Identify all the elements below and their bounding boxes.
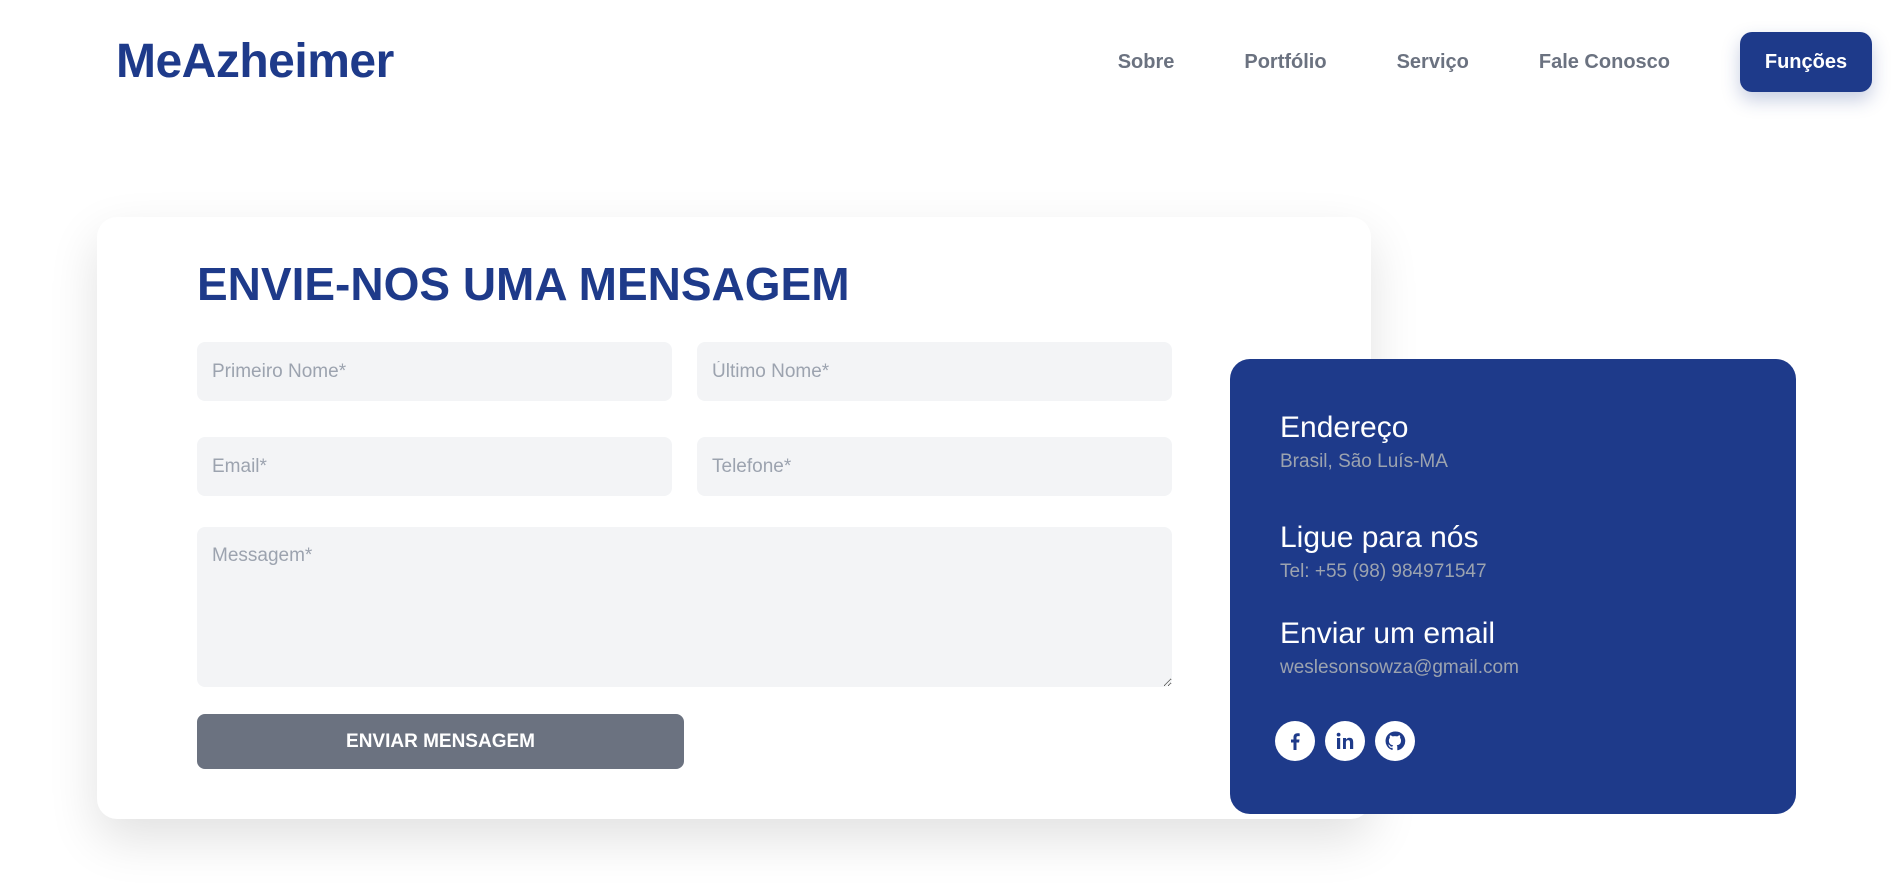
address-block: Endereço Brasil, São Luís-MA	[1280, 411, 1448, 473]
contact-form-card: ENVIE-NOS UMA MENSAGEM ENVIAR MENSAGEM	[97, 217, 1371, 819]
nav-link-portfolio[interactable]: Portfólio	[1244, 51, 1326, 74]
funcoes-button[interactable]: Funções	[1740, 32, 1872, 92]
phone-value: Tel: +55 (98) 984971547	[1280, 561, 1487, 582]
nav-link-servico[interactable]: Serviço	[1397, 51, 1469, 74]
phone-input[interactable]	[697, 437, 1172, 496]
contact-info-panel: Endereço Brasil, São Luís-MA Ligue para …	[1230, 359, 1796, 814]
last-name-input[interactable]	[697, 342, 1172, 401]
first-name-input[interactable]	[197, 342, 672, 401]
facebook-icon[interactable]	[1275, 721, 1315, 761]
phone-title: Ligue para nós	[1280, 521, 1479, 554]
site-header: MeAzheimer Sobre Portfólio Serviço Fale …	[0, 0, 1896, 125]
email-block: Enviar um email weslesonsowza@gmail.com	[1280, 617, 1519, 679]
linkedin-icon[interactable]	[1325, 721, 1365, 761]
email-title: Enviar um email	[1280, 617, 1496, 650]
phone-block: Ligue para nós Tel: +55 (98) 984971547	[1280, 521, 1487, 583]
github-icon[interactable]	[1375, 721, 1415, 761]
main-nav: Sobre Portfólio Serviço Fale Conosco Fun…	[1118, 32, 1872, 92]
message-textarea[interactable]	[197, 527, 1172, 687]
email-value: weslesonsowza@gmail.com	[1280, 657, 1519, 678]
form-title: ENVIE-NOS UMA MENSAGEM	[197, 258, 850, 310]
nav-link-sobre[interactable]: Sobre	[1118, 51, 1175, 74]
send-message-button[interactable]: ENVIAR MENSAGEM	[197, 714, 684, 769]
social-links	[1275, 721, 1425, 761]
nav-link-fale-conosco[interactable]: Fale Conosco	[1539, 51, 1670, 74]
logo[interactable]: MeAzheimer	[116, 34, 394, 89]
email-input[interactable]	[197, 437, 672, 496]
address-value: Brasil, São Luís-MA	[1280, 451, 1448, 472]
address-title: Endereço	[1280, 411, 1409, 444]
